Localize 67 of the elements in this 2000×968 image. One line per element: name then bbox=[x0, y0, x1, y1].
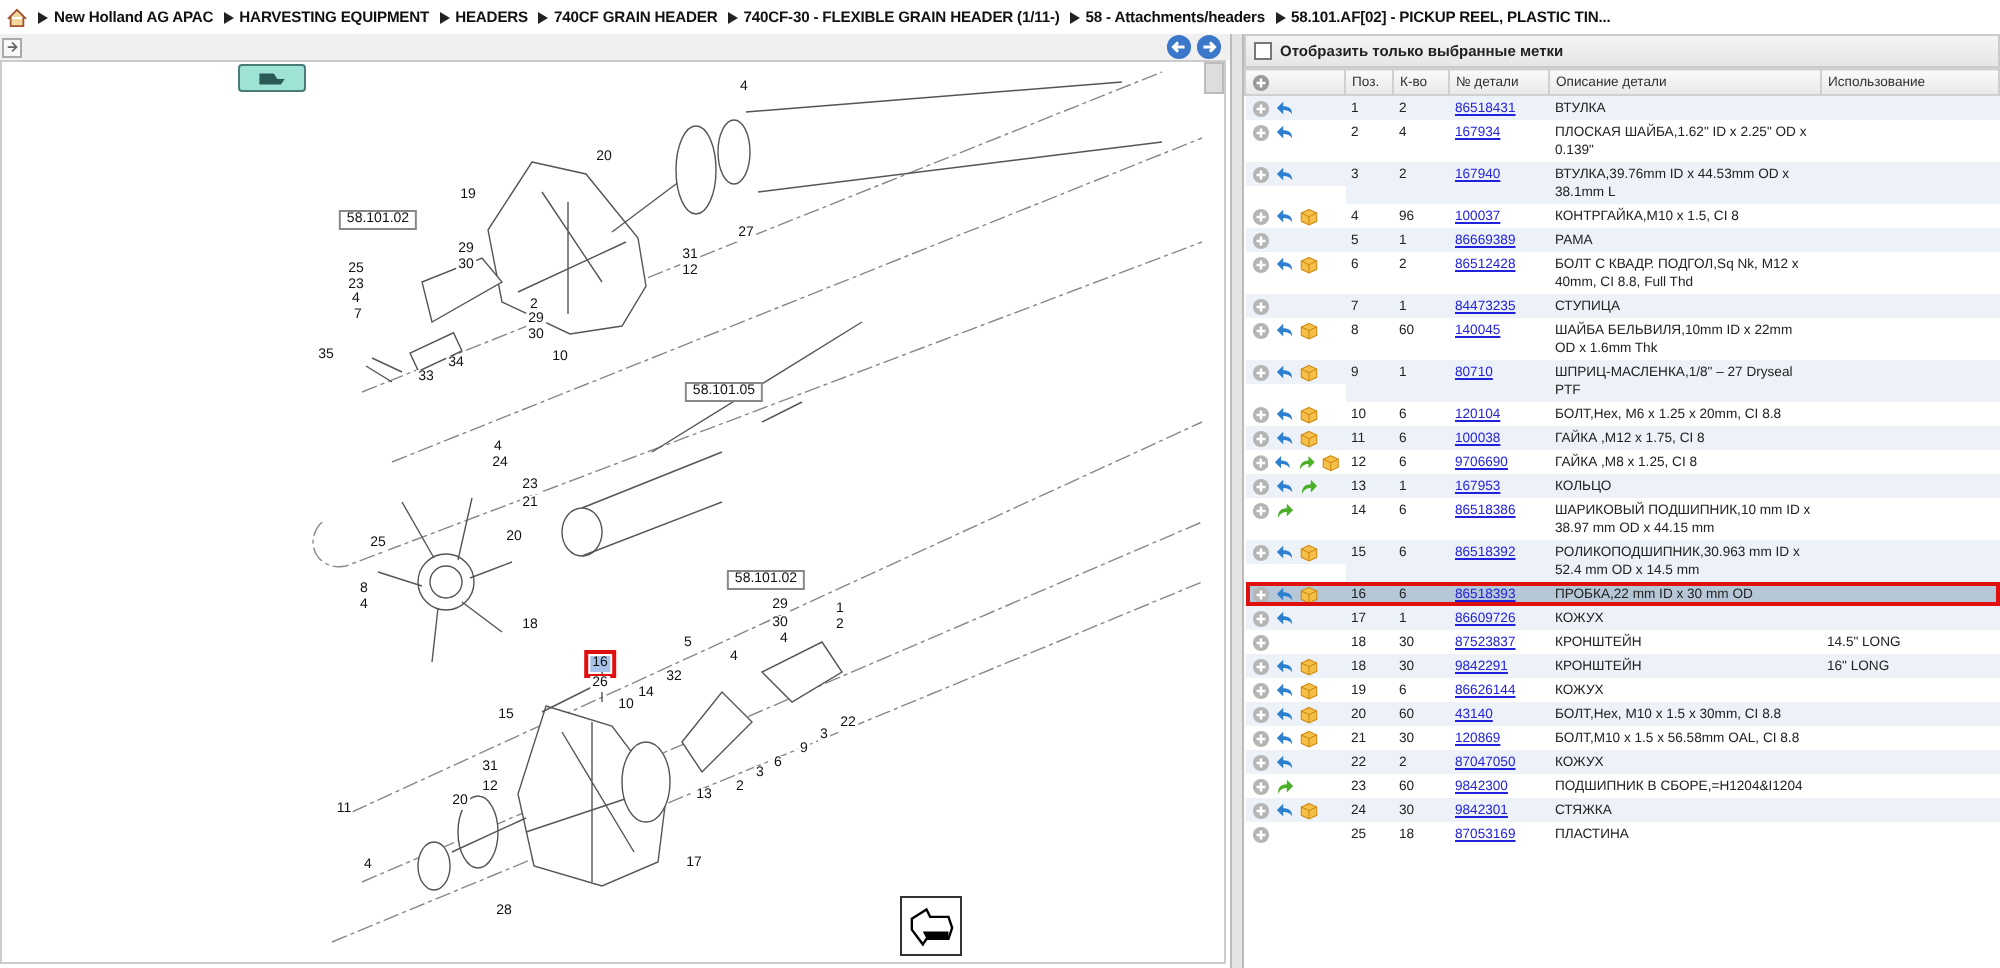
add-icon[interactable] bbox=[1251, 165, 1269, 183]
add-icon[interactable] bbox=[1251, 453, 1269, 471]
checkbox[interactable] bbox=[1254, 42, 1272, 60]
add-icon[interactable] bbox=[1251, 585, 1269, 603]
curved-arrow-icon[interactable] bbox=[1275, 255, 1293, 273]
triangle-icon bbox=[38, 11, 48, 23]
box-icon[interactable] bbox=[1299, 429, 1317, 447]
add-icon[interactable] bbox=[1251, 501, 1269, 519]
add-icon[interactable] bbox=[1251, 207, 1269, 225]
add-icon[interactable] bbox=[1251, 681, 1269, 699]
add-icon[interactable] bbox=[1251, 543, 1269, 561]
forward-arrow-icon[interactable] bbox=[1275, 777, 1293, 795]
add-icon[interactable] bbox=[1251, 657, 1269, 675]
curved-arrow-icon[interactable] bbox=[1275, 321, 1293, 339]
add-icon[interactable] bbox=[1251, 753, 1269, 771]
add-icon[interactable] bbox=[1251, 255, 1269, 273]
box-icon[interactable] bbox=[1299, 255, 1317, 273]
image-icon bbox=[254, 69, 290, 87]
curved-arrow-icon[interactable] bbox=[1275, 801, 1293, 819]
add-icon[interactable] bbox=[1251, 633, 1269, 651]
box-icon[interactable] bbox=[1299, 585, 1317, 603]
return-button[interactable] bbox=[900, 896, 962, 956]
arrow-icon bbox=[5, 40, 19, 54]
add-icon[interactable] bbox=[1251, 99, 1269, 117]
add-icon[interactable] bbox=[1251, 123, 1269, 141]
add-icon[interactable] bbox=[1251, 801, 1269, 819]
add-icon[interactable] bbox=[1251, 609, 1269, 627]
box-icon[interactable] bbox=[1299, 543, 1317, 561]
add-icon[interactable] bbox=[1251, 777, 1269, 795]
triangle-icon bbox=[538, 11, 549, 23]
add-icon[interactable] bbox=[1251, 231, 1269, 249]
box-icon[interactable] bbox=[1299, 801, 1317, 819]
box-icon[interactable] bbox=[1299, 729, 1317, 747]
view-toggle-button[interactable] bbox=[238, 64, 306, 92]
add-icon[interactable] bbox=[1251, 429, 1269, 447]
triangle-icon bbox=[223, 11, 234, 23]
box-icon[interactable] bbox=[1299, 363, 1317, 381]
box-icon[interactable] bbox=[1299, 681, 1317, 699]
box-icon[interactable] bbox=[1299, 657, 1317, 675]
add-icon[interactable] bbox=[1251, 321, 1269, 339]
curved-arrow-icon[interactable] bbox=[1275, 363, 1293, 381]
box-icon[interactable] bbox=[1299, 207, 1317, 225]
home-icon[interactable] bbox=[6, 7, 28, 27]
curved-arrow-icon[interactable] bbox=[1275, 543, 1293, 561]
add-icon[interactable] bbox=[1251, 729, 1269, 747]
triangle-icon bbox=[439, 11, 450, 23]
add-icon[interactable] bbox=[1251, 405, 1269, 423]
curved-arrow-icon[interactable] bbox=[1275, 165, 1293, 183]
triangle-icon bbox=[727, 11, 738, 23]
scrollbar[interactable] bbox=[1204, 62, 1224, 94]
back-arrow-icon[interactable] bbox=[1166, 34, 1192, 60]
add-icon[interactable] bbox=[1251, 477, 1269, 495]
box-icon[interactable] bbox=[1299, 321, 1317, 339]
forward-arrow-icon[interactable] bbox=[1196, 34, 1222, 60]
add-icon[interactable] bbox=[1252, 73, 1270, 91]
return-arrow-icon bbox=[907, 904, 955, 948]
box-icon[interactable] bbox=[1299, 705, 1317, 723]
add-icon[interactable] bbox=[1251, 363, 1269, 381]
triangle-icon bbox=[1069, 11, 1080, 23]
box-icon[interactable] bbox=[1299, 405, 1317, 423]
add-icon[interactable] bbox=[1251, 825, 1269, 843]
curved-arrow-icon[interactable] bbox=[1275, 207, 1293, 225]
collapse-button[interactable] bbox=[2, 37, 22, 57]
add-icon[interactable] bbox=[1251, 297, 1269, 315]
triangle-icon bbox=[1275, 11, 1286, 23]
add-icon[interactable] bbox=[1251, 705, 1269, 723]
box-icon[interactable] bbox=[1321, 453, 1339, 471]
